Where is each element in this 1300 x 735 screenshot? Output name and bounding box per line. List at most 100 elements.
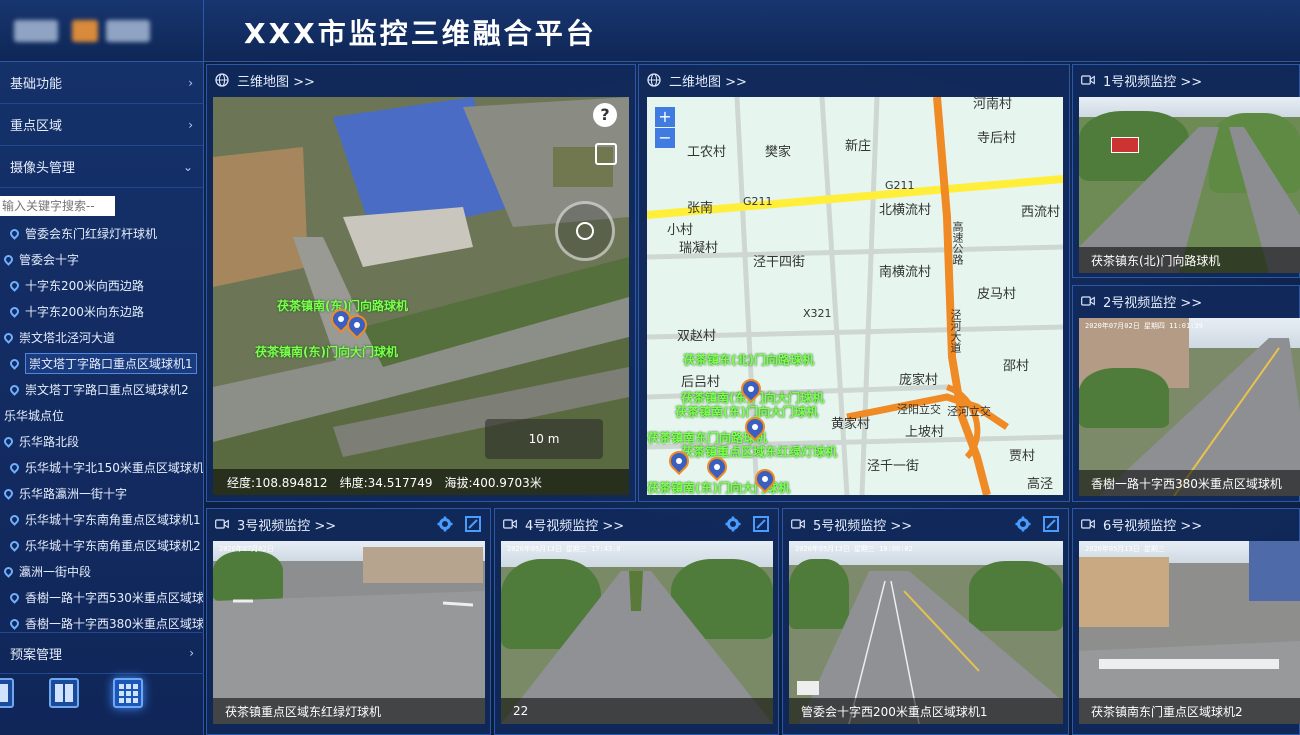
layout-grid-icon[interactable]	[113, 678, 143, 708]
compass-icon[interactable]	[555, 201, 615, 261]
layout-two-column-icon[interactable]	[49, 678, 79, 708]
map3d-panel: 三维地图 >> ? 茯茶镇南(东)门向路球机 茯茶镇南(东)门向大门球机 10 …	[206, 64, 636, 502]
location-pin-icon	[8, 382, 21, 396]
logo	[0, 0, 204, 62]
video-camera-icon	[1081, 73, 1095, 87]
map-place-label: 后吕村	[681, 375, 721, 390]
camera-feed[interactable]: 2020年05月13日 星期三 18:06:02 管委会十字西200米重点区域球…	[789, 541, 1063, 724]
tree-item-label: 乐华城十字东南角重点区域球机2	[25, 538, 201, 553]
coordinate-readout: 经度:108.894812 纬度:34.517749 海拔:400.9703米	[213, 469, 629, 495]
camera-panel-3: 3号视频监控 >> 2020年07月02日 茯茶镇重点区域东红绿灯球机	[206, 508, 491, 735]
location-pin-icon	[8, 356, 21, 370]
map3d-title[interactable]: 三维地图 >>	[207, 65, 635, 95]
search-input[interactable]	[0, 196, 115, 216]
map-place-label: 瑞凝村	[679, 241, 719, 256]
camera-title[interactable]: 1号视频监控 >>	[1073, 65, 1299, 95]
camera-scene: 2020年05月13日 星期三 18:06:02 管委会十字西200米重点区域球…	[789, 541, 1063, 724]
tree-item[interactable]: 乐华城十字北150米重点区域球机	[0, 454, 203, 480]
page-title: XXX市监控三维融合平台	[244, 17, 597, 50]
camera-feed[interactable]: 2020年07月02日 茯茶镇重点区域东红绿灯球机	[213, 541, 485, 724]
location-pin-icon	[2, 434, 15, 448]
camera-timestamp: 2020年07月02日 星期四 11:01:39	[1085, 322, 1203, 330]
menu-plan-management[interactable]: 预案管理 ›	[0, 632, 204, 674]
camera-panel-2: 2号视频监控 >> 2020年07月02日 星期四 11:01:39 香樹一路十…	[1072, 285, 1300, 502]
layout-single-icon[interactable]	[0, 678, 14, 708]
menu-basic-functions[interactable]: 基础功能 ›	[0, 62, 203, 104]
zoom-out-button[interactable]: −	[655, 128, 675, 148]
chevron-right-icon: ›	[188, 75, 193, 90]
map3d-scene: ? 茯茶镇南(东)门向路球机 茯茶镇南(东)门向大门球机 10 m 经度:108…	[213, 97, 629, 495]
camera-feed[interactable]: 2020年07月02日 星期四 11:01:39 香樹一路十字西380米重点区域…	[1079, 318, 1300, 496]
tree-item[interactable]: 管委会十字	[0, 246, 203, 272]
map-place-label: 樊家	[765, 145, 792, 160]
map-place-label: 寺后村	[977, 131, 1017, 146]
map-place-label: 小村	[667, 223, 694, 238]
camera-title[interactable]: 6号视频监控 >>	[1073, 509, 1299, 539]
fullscreen-icon[interactable]	[752, 515, 770, 533]
map2d-camera-label: 茯茶镇南(东)门向大门球机	[675, 405, 818, 419]
video-camera-icon	[215, 517, 229, 531]
menu-camera-management[interactable]: 摄像头管理 ⌄	[0, 146, 203, 188]
tree-item[interactable]: 乐华城十字东南角重点区域球机1	[0, 506, 203, 532]
tree-item-label: 乐华城十字北150米重点区域球机	[25, 460, 203, 475]
zoom-in-button[interactable]: +	[655, 107, 675, 127]
tree-item[interactable]: 乐华城点位	[0, 402, 203, 428]
panel-title-text: 2号视频监控 >>	[1103, 295, 1203, 311]
chevron-right-icon: ›	[188, 117, 193, 132]
gear-icon[interactable]	[1014, 515, 1032, 533]
camera-feed[interactable]: 2020年05月13日 星期三 17:43:0 22	[501, 541, 773, 724]
tree-item-label: 管委会东门红绿灯杆球机	[25, 226, 158, 241]
tree-item[interactable]: 崇文塔丁字路口重点区域球机2	[0, 376, 203, 402]
panel-title-text: 4号视频监控 >>	[525, 518, 625, 534]
gear-icon[interactable]	[724, 515, 742, 533]
map-place-label: 西流村	[1021, 205, 1061, 220]
tree-item[interactable]: 香樹一路十字西530米重点区域球	[0, 584, 203, 610]
help-icon[interactable]: ?	[593, 103, 617, 127]
logo-text	[106, 20, 150, 42]
tree-item[interactable]: 崇文塔北泾河大道	[0, 324, 203, 350]
camera-timestamp: 2020年05月13日 星期三 17:43:0	[507, 545, 621, 553]
scale-bar: 10 m	[485, 419, 603, 459]
panel-tools	[724, 515, 770, 533]
camera-feed[interactable]: 茯茶镇东(北)门向路球机	[1079, 97, 1300, 273]
map-road-label: G211	[743, 195, 773, 208]
map2d-title[interactable]: 二维地图 >>	[639, 65, 1069, 95]
panel-tools	[1014, 515, 1060, 533]
map3d-view[interactable]: ? 茯茶镇南(东)门向路球机 茯茶镇南(东)门向大门球机 10 m 经度:108…	[213, 97, 629, 495]
camera-panel-1: 1号视频监控 >> 茯茶镇东(北)门向路球机	[1072, 64, 1300, 278]
map-place-label: 邵村	[1003, 359, 1030, 374]
map-road-label: G211	[885, 179, 915, 192]
menu-key-areas[interactable]: 重点区域 ›	[0, 104, 203, 146]
camera-title[interactable]: 2号视频监控 >>	[1073, 286, 1299, 316]
video-camera-icon	[503, 517, 517, 531]
tree-item[interactable]: 崇文塔丁字路口重点区域球机1	[0, 350, 203, 376]
tree-item[interactable]: 十字东200米向西边路	[0, 272, 203, 298]
map2d-camera-label: 茯茶镇东(北)门向路球机	[683, 353, 814, 367]
gear-icon[interactable]	[436, 515, 454, 533]
globe-icon	[215, 73, 229, 87]
panel-tools	[436, 515, 482, 533]
tree-item[interactable]: 十字东200米向东边路	[0, 298, 203, 324]
fullscreen-icon[interactable]	[595, 143, 617, 165]
panel-title-text: 1号视频监控 >>	[1103, 74, 1203, 90]
tree-item[interactable]: 管委会东门红绿灯杆球机	[0, 220, 203, 246]
location-pin-icon	[8, 538, 21, 552]
map-place-label: 北横流村	[879, 203, 932, 218]
location-pin-icon	[8, 590, 21, 604]
tree-item[interactable]: 乐华城十字东南角重点区域球机2	[0, 532, 203, 558]
tree-item-label: 管委会十字	[19, 252, 80, 267]
map-place-label: 黄家村	[831, 417, 871, 432]
tree-item[interactable]: 乐华路北段	[0, 428, 203, 454]
location-pin-icon	[8, 512, 21, 526]
tree-item[interactable]: 瀛洲一街中段	[0, 558, 203, 584]
chevron-right-icon: ›	[189, 646, 194, 660]
location-pin-icon	[8, 304, 21, 318]
location-pin-icon	[8, 616, 21, 630]
map2d-panel: 二维地图 >> + − 河南村 寺后村 工农村 樊家 新庄 张南 G211 G2…	[638, 64, 1070, 502]
tree-item[interactable]: 乐华路瀛洲一街十字	[0, 480, 203, 506]
fullscreen-icon[interactable]	[1042, 515, 1060, 533]
menu-label: 基础功能	[10, 77, 63, 92]
camera-feed[interactable]: 2020年05月13日 星期三 茯茶镇南东门重点区域球机2	[1079, 541, 1300, 724]
map2d-view[interactable]: + − 河南村 寺后村 工农村 樊家 新庄 张南 G211 G211 小村 瑞凝…	[647, 97, 1063, 495]
fullscreen-icon[interactable]	[464, 515, 482, 533]
